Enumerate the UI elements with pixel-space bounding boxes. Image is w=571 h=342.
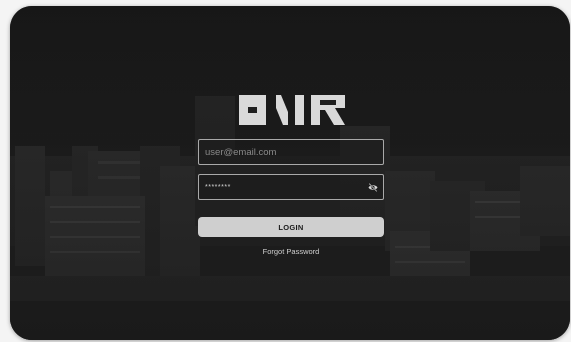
email-input[interactable] [199,140,383,164]
email-field[interactable] [198,139,384,165]
password-field[interactable] [198,174,384,200]
city-skyline-background [10,6,570,340]
forgot-password-link[interactable]: Forgot Password [198,247,384,256]
login-card: LOGIN Forgot Password [10,6,570,340]
onr-logo [239,95,345,125]
password-input[interactable] [199,175,383,199]
login-button[interactable]: LOGIN [198,217,384,237]
eye-slash-icon[interactable] [368,183,378,192]
